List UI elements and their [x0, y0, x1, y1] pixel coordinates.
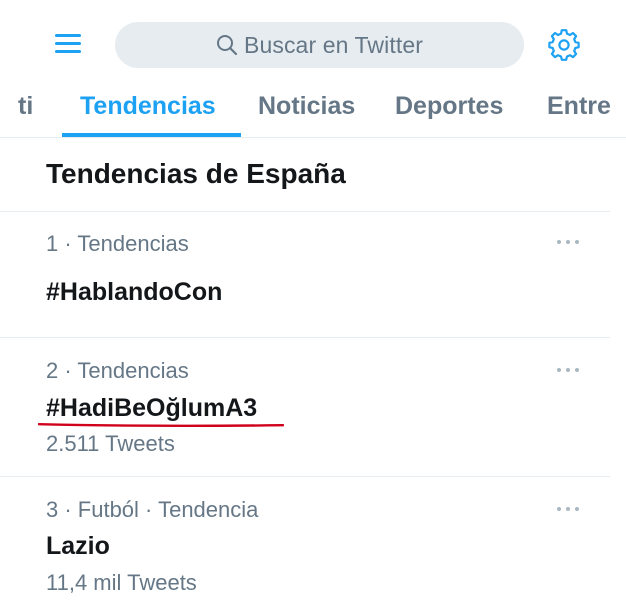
trend-tweet-count: 2.511 Tweets [46, 431, 175, 456]
menu-icon[interactable] [55, 33, 81, 55]
trend-item[interactable]: 2 · Tendencias #HadiBeOğlumA3 2.511 Twee… [0, 338, 610, 476]
search-placeholder: Buscar en Twitter [244, 31, 423, 58]
trend-item[interactable]: 3 · Futból · Tendencia Lazio 11,4 mil Tw… [0, 477, 610, 610]
trend-item[interactable]: 1 · Tendencias #HablandoCon [0, 212, 610, 337]
tab-tendencias[interactable]: Tendencias [80, 92, 216, 121]
section-title: Tendencias de España [46, 158, 346, 189]
trend-tweet-count: 11,4 mil Tweets [46, 570, 197, 595]
trend-meta: 3 · Futból · Tendencia [46, 497, 259, 522]
annotation-underline [38, 423, 284, 427]
more-icon[interactable] [554, 502, 582, 516]
trend-meta: 1 · Tendencias [46, 231, 189, 256]
tab-previous[interactable]: ti [18, 92, 33, 121]
top-bar: Buscar en Twitter [0, 0, 626, 86]
gear-icon[interactable] [546, 27, 582, 63]
more-icon[interactable] [554, 235, 582, 249]
tab-noticias[interactable]: Noticias [258, 92, 355, 121]
trend-name: #HablandoCon [46, 278, 223, 306]
search-icon [216, 34, 238, 56]
tab-entretenimiento[interactable]: Entre [547, 92, 611, 121]
trend-name: Lazio [46, 532, 110, 560]
tab-bar: ti Tendencias Noticias Deportes Entre [0, 86, 626, 138]
search-input[interactable]: Buscar en Twitter [115, 22, 524, 68]
trend-meta: 2 · Tendencias [46, 358, 189, 383]
trend-name: #HadiBeOğlumA3 [46, 394, 258, 422]
tab-deportes[interactable]: Deportes [395, 92, 503, 121]
more-icon[interactable] [554, 363, 582, 377]
twitter-explore-screen: Buscar en Twitter ti Tendencias Noticias… [0, 0, 626, 610]
active-tab-indicator [62, 133, 241, 137]
